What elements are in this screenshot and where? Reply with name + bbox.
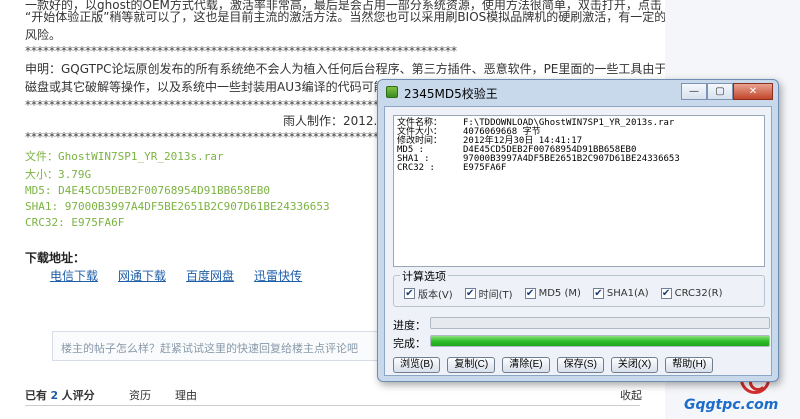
maximize-button[interactable]: ▢ [707,83,733,100]
option-md5[interactable]: ✔ MD5 (M) [524,286,581,301]
options-group: 计算选项 ✔ 版本(V) ✔ 时间(T) ✔ MD5 (M) ✔ SHA1(A) ✔ CR… [393,268,765,307]
close-button[interactable]: ✕ [733,83,773,100]
option-time[interactable]: ✔ 时间(T) [464,286,513,301]
done-bar [430,335,770,347]
separator-stars: ****************************************… [25,44,457,58]
notice-line: 申明：GQGTPC论坛原创发布的所有系统绝不会人为植入任何后台程序、第三方插件、… [25,62,665,76]
minimize-button[interactable]: — [681,83,707,100]
save-button[interactable]: 保存(S) [556,357,604,373]
post-paragraph-line: “开始体验正版”稍等就可以了，这也是目前主流的激活方法。当然您也可以采用刷BIO… [25,10,665,24]
download-links: 电信下载 网通下载 百度网盘 迅雷快传 [50,267,302,284]
window-controls: — ▢ ✕ [681,83,773,100]
done-fill [431,336,769,346]
progress-bar [430,317,770,329]
site-logo-text: Gqgtpc.com [684,397,779,413]
download-link-xunlei[interactable]: 迅雷快传 [254,267,302,284]
app-icon [386,86,398,98]
result-textarea[interactable]: 文件名称： F:\TDDOWNLOAD\GhostWIN7SP1_YR_2013s… [393,115,765,267]
button-row: 浏览(B) 复制(C) 清除(E) 保存(S) 关闭(X) 帮助(H) [393,357,714,373]
copy-button[interactable]: 复制(C) [447,357,496,373]
download-link-baidu[interactable]: 百度网盘 [186,267,234,284]
divider [25,405,640,406]
quick-reply-input[interactable]: 楼主的帖子怎么样？赶紧试试这里的快速回复给楼主点评论吧 [52,331,382,361]
help-button[interactable]: 帮助(H) [665,357,714,373]
download-link-netcom[interactable]: 网通下载 [118,267,166,284]
window-title: 2345MD5校验王 [404,87,498,101]
done-label: 完成： [393,337,426,350]
checkbox-icon[interactable]: ✔ [524,288,536,299]
progress-label: 进度： [393,319,426,332]
md5-window: 2345MD5校验王 — ▢ ✕ 文件名称： F:\TDDOWNLOAD\Ghos… [377,79,779,382]
result-line: CRC32 : E975FA6F [397,163,507,173]
browse-button[interactable]: 浏览(B) [393,357,441,373]
window-titlebar[interactable]: 2345MD5校验王 — ▢ ✕ [378,80,778,104]
close-dialog-button[interactable]: 关闭(X) [610,357,659,373]
rating-collapse-link[interactable]: 收起 [620,387,642,403]
result-line: SHA1 :97000B3997A4DF5BE2651B2C907D61BE24… [397,154,680,164]
window-client: 文件名称： F:\TDDOWNLOAD\GhostWIN7SP1_YR_2013s… [384,106,772,376]
checkbox-icon[interactable]: ✔ [660,288,672,299]
rating-col-money: 资历 [129,389,151,402]
checkbox-icon[interactable]: ✔ [464,288,476,299]
download-title: 下载地址： [25,251,86,265]
rating-bar: 已有 2 人评分 资历 理由 收起 [0,383,665,403]
rating-summary: 已有 2 人评分 [25,389,95,402]
option-sha1[interactable]: ✔ SHA1(A) [592,286,649,301]
clear-button[interactable]: 清除(E) [502,357,550,373]
checkbox-icon[interactable]: ✔ [592,288,604,299]
download-link-telecom[interactable]: 电信下载 [50,267,98,284]
rating-col-reason: 理由 [175,389,197,402]
checkbox-icon[interactable]: ✔ [404,288,415,299]
options-title: 计算选项 [400,268,448,284]
option-version[interactable]: ✔ 版本(V) [404,286,453,301]
result-line: 文件名称： F:\TDDOWNLOAD\GhostWIN7SP1_YR_2013s… [397,118,675,128]
option-crc32[interactable]: ✔ CRC32(R) [660,286,723,301]
